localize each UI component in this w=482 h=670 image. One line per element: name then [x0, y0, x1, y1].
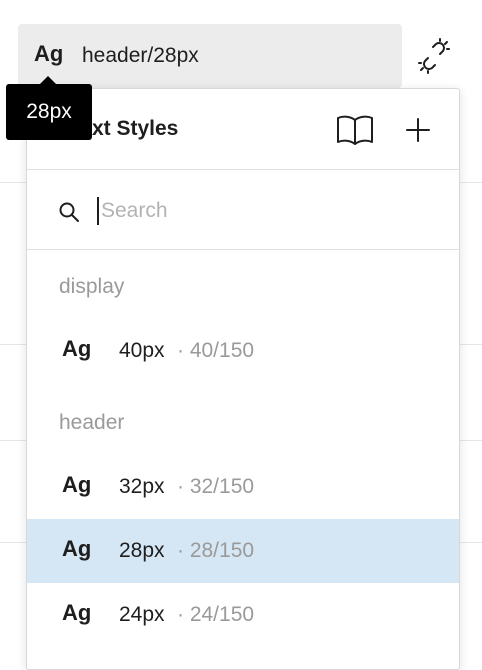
style-preview: Ag — [62, 472, 92, 497]
group-label-header: header — [59, 411, 125, 434]
tooltip-text: 28px — [26, 100, 72, 123]
detach-style-icon — [418, 38, 450, 74]
style-item-display-40px[interactable]: Ag 40px · 40/150 — [27, 319, 459, 383]
add-style-button[interactable] — [399, 111, 437, 149]
style-item-meta: · 28/150 — [177, 539, 255, 562]
style-preview: Ag — [62, 336, 92, 361]
search-input[interactable] — [101, 194, 421, 228]
style-item-meta: · 40/150 — [177, 339, 255, 362]
style-tooltip: 28px — [6, 76, 92, 140]
search-row — [27, 170, 459, 250]
style-preview: Ag — [62, 536, 92, 561]
text-style-name: header/28px — [82, 44, 199, 67]
search-icon — [59, 202, 79, 222]
style-item-meta: · 32/150 — [177, 475, 255, 498]
book-icon — [337, 115, 373, 145]
style-item-meta: · 24/150 — [177, 603, 255, 626]
group-label-display: display — [59, 275, 125, 298]
team-library-button[interactable] — [335, 113, 375, 147]
style-item-header-24px[interactable]: Ag 24px · 24/150 — [27, 583, 459, 647]
style-item-name: 24px — [119, 603, 165, 626]
style-item-header-32px[interactable]: Ag 32px · 32/150 — [27, 455, 459, 519]
text-style-preview: Ag — [34, 41, 64, 66]
style-item-name: 32px — [119, 475, 165, 498]
style-item-header-28px[interactable]: Ag 28px · 28/150 — [27, 519, 459, 583]
divider — [27, 249, 459, 250]
style-item-name: 28px — [119, 539, 165, 562]
detach-style-button[interactable] — [416, 38, 452, 74]
text-cursor — [97, 197, 99, 225]
style-item-name: 40px — [119, 339, 165, 362]
text-style-field[interactable]: Ag header/28px — [18, 24, 402, 88]
style-preview: Ag — [62, 600, 92, 625]
plus-icon — [406, 118, 430, 142]
tooltip-arrow — [40, 76, 56, 84]
text-styles-panel: Text Styles display Ag 40px · 40/150 — [26, 88, 460, 670]
